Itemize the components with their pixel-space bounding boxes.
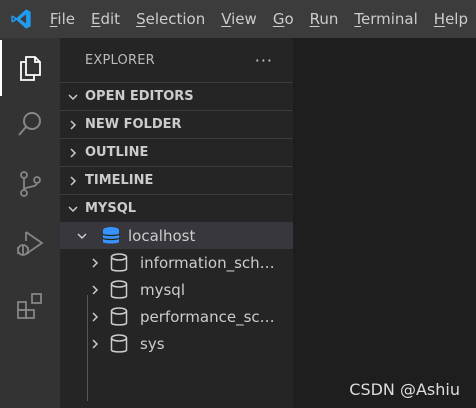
title-bar: File Edit Selection View Go Run Terminal…: [0, 0, 476, 38]
section-new-folder[interactable]: NEW FOLDER: [60, 110, 293, 138]
explorer-icon[interactable]: [0, 40, 60, 96]
section-open-editors[interactable]: OPEN EDITORS: [60, 82, 293, 110]
menu-run[interactable]: Run: [302, 0, 347, 38]
run-debug-icon[interactable]: [0, 216, 60, 272]
more-actions-icon[interactable]: ···: [255, 51, 273, 70]
menu-go[interactable]: Go: [265, 0, 302, 38]
tree-item-localhost[interactable]: localhost: [60, 222, 293, 249]
section-mysql[interactable]: MYSQL: [60, 194, 293, 222]
vscode-logo-icon: [0, 0, 42, 38]
database-icon: [110, 279, 130, 300]
extensions-icon[interactable]: [0, 278, 60, 334]
database-icon: [110, 333, 130, 354]
explorer-title: EXPLORER: [85, 52, 155, 68]
chevron-down-icon: [76, 230, 92, 242]
menu-bar: File Edit Selection View Go Run Terminal…: [42, 0, 476, 38]
section-timeline[interactable]: TIMELINE: [60, 166, 293, 194]
source-control-icon[interactable]: [0, 156, 60, 212]
activity-bar: [0, 38, 60, 408]
tree-item-database[interactable]: performance_sch...: [60, 303, 293, 330]
database-icon: [110, 252, 130, 273]
explorer-sidebar: EXPLORER ··· OPEN EDITORS NEW FOLDER OUT…: [60, 38, 293, 408]
chevron-right-icon: [60, 175, 85, 187]
editor-area: [293, 38, 476, 408]
chevron-right-icon: [60, 119, 85, 131]
search-icon[interactable]: [0, 96, 60, 152]
watermark: CSDN @Ashiu: [349, 380, 460, 399]
tree-item-database[interactable]: mysql: [60, 276, 293, 303]
menu-selection[interactable]: Selection: [128, 0, 213, 38]
menu-terminal[interactable]: Terminal: [346, 0, 425, 38]
tree-item-database[interactable]: sys: [60, 330, 293, 357]
explorer-header: EXPLORER ···: [60, 38, 293, 82]
section-label: TIMELINE: [85, 173, 154, 188]
tree-item-label: information_sche...: [140, 253, 278, 272]
section-outline[interactable]: OUTLINE: [60, 138, 293, 166]
section-label: MYSQL: [85, 201, 137, 216]
chevron-right-icon: [60, 147, 85, 159]
chevron-right-icon: [89, 284, 101, 296]
chevron-down-icon: [60, 203, 85, 215]
chevron-right-icon: [89, 311, 101, 323]
menu-file[interactable]: File: [42, 0, 83, 38]
tree-item-label: performance_sch...: [140, 307, 278, 326]
tree-item-label: localhost: [128, 226, 196, 245]
menu-edit[interactable]: Edit: [83, 0, 128, 38]
tree-item-label: mysql: [140, 280, 185, 299]
database-connection-icon: [102, 226, 122, 246]
chevron-right-icon: [89, 257, 101, 269]
menu-help[interactable]: Help: [426, 0, 476, 38]
menu-view[interactable]: View: [213, 0, 265, 38]
chevron-right-icon: [89, 338, 101, 350]
section-label: OUTLINE: [85, 145, 149, 160]
tree-item-database[interactable]: information_sche...: [60, 249, 293, 276]
tree-item-label: sys: [140, 334, 165, 353]
database-icon: [110, 306, 130, 327]
section-label: NEW FOLDER: [85, 117, 182, 132]
chevron-down-icon: [60, 91, 85, 103]
section-label: OPEN EDITORS: [85, 89, 194, 104]
